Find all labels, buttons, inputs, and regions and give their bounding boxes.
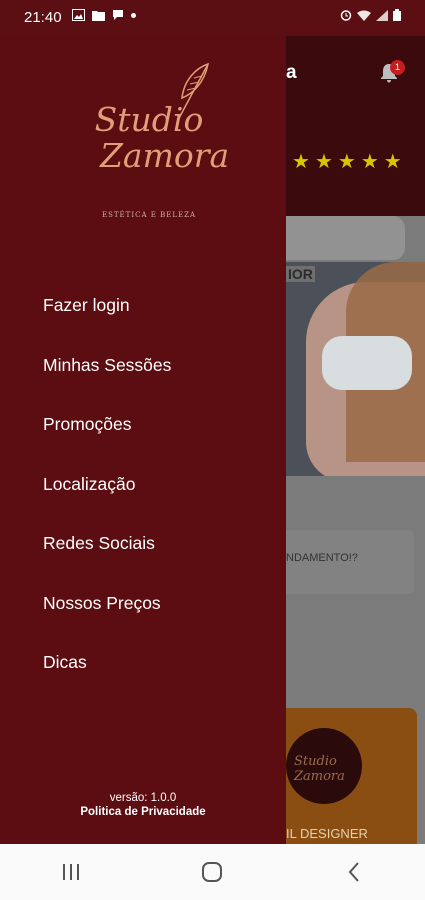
menu-item-label: Fazer login: [43, 295, 130, 316]
menu-item-label: Promoções: [43, 414, 132, 435]
schedule-button[interactable]: [286, 216, 405, 260]
alarm-icon: [340, 10, 352, 21]
status-right-icons: [340, 9, 401, 21]
back-button[interactable]: [324, 852, 384, 892]
app-header: a 1: [286, 36, 425, 108]
faq-card-text: NDAMENTO!?: [286, 552, 358, 564]
drawer-footer: versão: 1.0.0 Politica de Privacidade: [0, 791, 286, 819]
menu-item-nossos-precos[interactable]: Nossos Preços: [0, 574, 286, 634]
recents-icon: [62, 864, 79, 880]
privacy-policy-link[interactable]: Politica de Privacidade: [0, 805, 286, 819]
star-icon: ★: [292, 151, 310, 173]
battery-icon: [393, 9, 401, 21]
system-nav-bar: [0, 844, 425, 900]
chat-icon: [113, 10, 123, 20]
logo-line-studio: Studio: [94, 100, 204, 139]
background-app: a 1 ★ ★ ★ ★ ★ IOR NDAMENTO!? Studio Zamo…: [286, 36, 425, 844]
back-icon: [348, 862, 359, 882]
status-time: 21:40: [24, 9, 62, 26]
menu-item-localizacao[interactable]: Localização: [0, 455, 286, 515]
menu-item-minhas-sessoes[interactable]: Minhas Sessões: [0, 336, 286, 396]
status-left-icons: [72, 9, 136, 21]
rating-section: ★ ★ ★ ★ ★: [286, 108, 425, 216]
recents-button[interactable]: [41, 852, 101, 892]
promo-image[interactable]: IOR: [286, 262, 425, 476]
promo-tag: IOR: [286, 266, 315, 282]
logo-line-zamora: Zamora: [100, 136, 230, 175]
service-card[interactable]: Studio Zamora IL DESIGNER: [286, 708, 417, 844]
star-icon: ★: [337, 151, 356, 173]
app-title: a: [286, 62, 297, 83]
folder-icon: [92, 10, 105, 21]
menu-item-label: Redes Sociais: [43, 533, 155, 554]
promo-mask: [322, 336, 412, 390]
menu-item-promocoes[interactable]: Promoções: [0, 395, 286, 455]
menu-item-label: Nossos Preços: [43, 592, 161, 613]
notification-badge: 1: [390, 60, 405, 75]
star-icon: ★: [314, 151, 333, 173]
faq-card[interactable]: NDAMENTO!?: [286, 530, 414, 594]
drawer-menu: Fazer login Minhas Sessões Promoções Loc…: [0, 276, 286, 693]
menu-item-dicas[interactable]: Dicas: [0, 633, 286, 693]
app-version: versão: 1.0.0: [109, 792, 177, 804]
logo-tagline: ESTÉTICA E BELEZA: [101, 211, 197, 219]
service-card-logo: Studio Zamora: [286, 728, 362, 804]
star-icon: ★: [383, 151, 402, 173]
menu-item-fazer-login[interactable]: Fazer login: [0, 276, 286, 336]
signal-icon: [376, 9, 388, 21]
logo-brand: Studio Zamora: [74, 100, 230, 175]
image-icon: [72, 9, 85, 21]
home-icon: [202, 862, 223, 882]
menu-item-label: Dicas: [43, 652, 87, 673]
menu-item-label: Localização: [43, 473, 136, 494]
menu-item-redes-sociais[interactable]: Redes Sociais: [0, 514, 286, 574]
menu-item-label: Minhas Sessões: [43, 354, 172, 375]
home-button[interactable]: [182, 852, 242, 892]
studio-logo: Studio Zamora ESTÉTICA E BELEZA: [74, 62, 230, 222]
star-icon: ★: [360, 151, 379, 173]
navigation-drawer: Studio Zamora ESTÉTICA E BELEZA Fazer lo…: [0, 36, 286, 844]
status-bar: 21:40: [0, 0, 425, 36]
dot-icon: [131, 12, 136, 18]
rating-stars: ★ ★ ★ ★ ★: [292, 152, 402, 172]
service-card-caption: IL DESIGNER: [286, 826, 368, 841]
wifi-icon: [357, 10, 371, 21]
service-card-logo-text: Studio Zamora: [294, 754, 345, 784]
